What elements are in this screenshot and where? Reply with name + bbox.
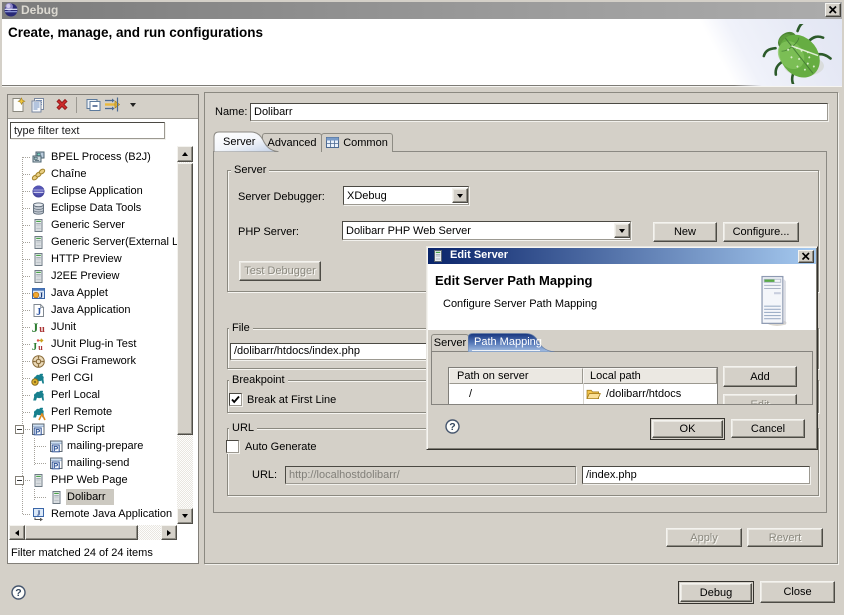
svg-text:?: ? — [449, 421, 455, 433]
svg-text:?: ? — [15, 587, 21, 599]
